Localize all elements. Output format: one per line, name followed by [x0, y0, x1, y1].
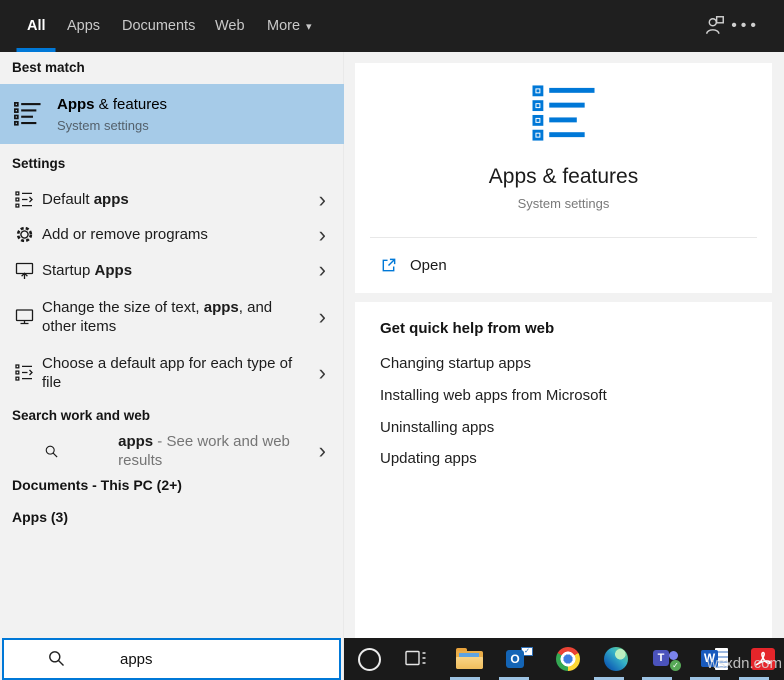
search-icon [44, 442, 59, 461]
chevron-right-icon: › [319, 189, 326, 211]
help-link-changing-startup-apps[interactable]: Changing startup apps [380, 355, 531, 372]
chevron-down-icon: ▾ [306, 21, 312, 33]
tab-all[interactable]: All [27, 0, 46, 52]
chevron-right-icon: › [319, 259, 326, 281]
best-match-subtitle: System settings [57, 118, 167, 133]
outlook-icon: ✓ O [506, 647, 533, 670]
help-link-uninstalling-apps[interactable]: Uninstalling apps [380, 419, 494, 436]
edge-button[interactable] [604, 647, 628, 671]
tab-all-label: All [27, 18, 46, 34]
tab-more[interactable]: More ▾ [267, 0, 312, 52]
best-match-header: Best match [12, 60, 85, 75]
settings-item-label: Choose a default app for each type of fi… [42, 354, 294, 392]
tab-documents[interactable]: Documents [122, 0, 195, 52]
user-feedback-icon [704, 14, 726, 36]
user-account-button[interactable] [704, 14, 726, 41]
tab-web-label: Web [215, 18, 245, 34]
preview-subtitle: System settings [355, 196, 772, 211]
settings-item-startup-apps[interactable]: Startup Apps › [0, 252, 344, 288]
help-link-updating-apps[interactable]: Updating apps [380, 450, 477, 467]
settings-item-choose-default-app[interactable]: Choose a default app for each type of fi… [0, 345, 344, 400]
display-icon [15, 307, 34, 326]
preview-title: Apps & features [355, 165, 772, 189]
apps-section-header[interactable]: Apps (3) [12, 509, 68, 525]
search-web-result[interactable]: apps - See work and web results › [0, 433, 344, 469]
ellipsis-icon: ••• [731, 17, 760, 34]
result-preview-panel: Apps & features System settings Open Get… [344, 52, 784, 638]
documents-section-header[interactable]: Documents - This PC (2+) [12, 477, 182, 493]
settings-item-label: Default apps [42, 190, 294, 209]
tab-more-label: More [267, 18, 300, 34]
apps-and-features-icon [532, 85, 595, 142]
chrome-icon [556, 647, 580, 671]
windows-search-flyout: All Apps Documents Web More ▾ ••• Best ma… [0, 0, 784, 680]
search-results-pane: Best match Apps & features System settin… [0, 52, 344, 680]
open-label: Open [410, 257, 447, 274]
cortana-button[interactable] [358, 648, 381, 671]
search-web-label: apps - See work and web results [118, 432, 319, 470]
chevron-right-icon: › [319, 306, 326, 328]
settings-item-label: Startup Apps [42, 261, 294, 280]
task-view-icon [405, 649, 427, 668]
task-view-button[interactable] [405, 649, 427, 673]
help-link-installing-web-apps[interactable]: Installing web apps from Microsoft [380, 387, 607, 404]
file-explorer-button[interactable] [456, 648, 483, 669]
cortana-icon [358, 648, 381, 671]
gear-icon [15, 225, 34, 244]
startup-apps-icon [15, 261, 34, 280]
app-summary-card: Apps & features System settings Open [355, 63, 772, 293]
settings-item-add-remove-programs[interactable]: Add or remove programs › [0, 217, 344, 252]
chevron-right-icon: › [319, 440, 326, 462]
settings-item-label: Change the size of text, apps, and other… [42, 298, 294, 336]
best-match-result[interactable]: Apps & features System settings [0, 84, 344, 144]
teams-icon: T ✓ [653, 647, 681, 671]
settings-item-change-size[interactable]: Change the size of text, apps, and other… [0, 288, 344, 345]
open-action[interactable]: Open [355, 238, 772, 293]
search-work-web-header: Search work and web [12, 408, 150, 423]
teams-button[interactable]: T ✓ [653, 647, 681, 671]
best-match-text: Apps & features System settings [57, 96, 167, 133]
tab-apps-label: Apps [67, 18, 100, 34]
chevron-right-icon: › [319, 362, 326, 384]
chevron-right-icon: › [319, 224, 326, 246]
search-box[interactable] [2, 638, 341, 680]
settings-item-default-apps[interactable]: Default apps › [0, 182, 344, 217]
watermark: wsxdn.com [707, 655, 782, 672]
chrome-button[interactable] [556, 647, 580, 671]
default-apps-icon [15, 190, 34, 209]
settings-item-label: Add or remove programs [42, 225, 294, 244]
best-match-title: Apps & features [57, 96, 167, 113]
tab-apps[interactable]: Apps [67, 0, 100, 52]
quick-help-header: Get quick help from web [380, 320, 554, 337]
settings-header: Settings [12, 156, 65, 171]
tab-documents-label: Documents [122, 18, 195, 34]
more-options-button[interactable]: ••• [731, 8, 760, 44]
apps-and-features-icon [14, 102, 41, 126]
taskbar: ✓ O T ✓ W [344, 638, 784, 680]
file-explorer-icon [456, 648, 483, 669]
search-input[interactable] [4, 640, 339, 678]
tab-web[interactable]: Web [215, 0, 245, 52]
search-filter-bar: All Apps Documents Web More ▾ ••• [0, 0, 784, 52]
outlook-button[interactable]: ✓ O [506, 647, 533, 670]
quick-help-card: Get quick help from web Changing startup… [355, 302, 772, 638]
default-apps-icon [15, 363, 34, 382]
edge-icon [604, 647, 628, 671]
open-external-icon [380, 257, 397, 274]
